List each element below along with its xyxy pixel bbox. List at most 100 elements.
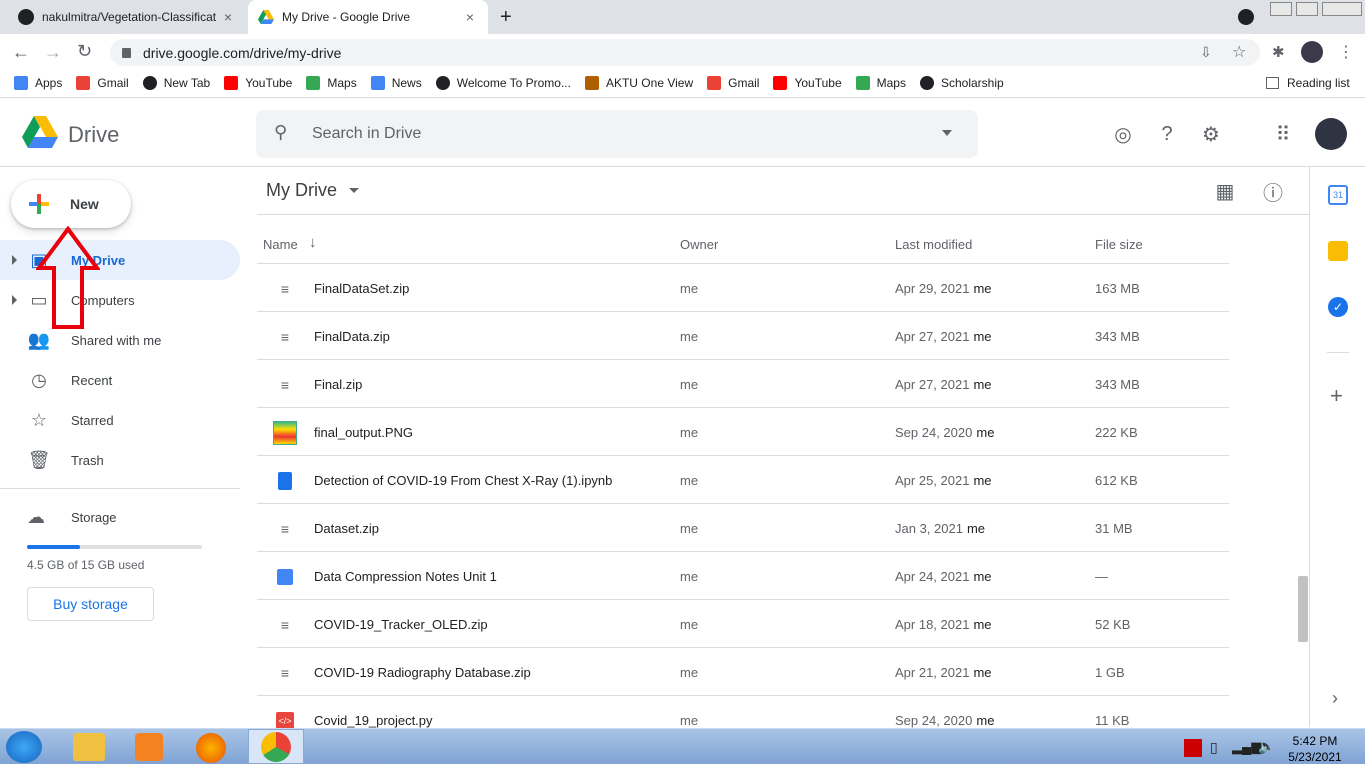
restore-icon[interactable] [1296,2,1318,16]
col-name[interactable]: Name [263,237,298,252]
clock-time[interactable]: 5:42 PM [1285,734,1345,748]
file-name: Dataset.zip [314,521,380,536]
bookmark-item[interactable]: Maps [855,76,906,90]
table-row[interactable]: ≡ FinalData.zip me Apr 27, 2021 me 343 MB [257,312,1229,360]
tab-search-icon[interactable] [1238,9,1254,25]
calendar-icon[interactable]: 31 [1328,185,1348,205]
github-icon [18,9,34,25]
search-icon[interactable]: ⚲ [274,122,287,143]
new-button[interactable]: New [11,180,131,228]
grid-view-icon[interactable]: ▦ [1213,179,1237,203]
globe-icon [142,76,157,90]
network-icon[interactable]: ▂▄▆ [1232,739,1261,755]
browser-tab-github[interactable]: nakulmitra/Vegetation-Classificat × [8,0,246,34]
bookmark-item[interactable]: Welcome To Promo... [435,76,571,90]
new-tab-button[interactable]: + [500,6,512,29]
youtube-icon [224,76,239,90]
table-row[interactable]: ≡ Final.zip me Apr 27, 2021 me 343 MB [257,360,1229,408]
clock-date[interactable]: 5/23/2021 [1285,750,1345,764]
explorer-icon[interactable] [73,733,105,761]
taskbar-chrome-button[interactable] [248,729,304,764]
bookmark-item[interactable]: Apps [14,76,62,90]
drive-logo-text[interactable]: Drive [68,122,119,148]
browser-tab-drive[interactable]: My Drive - Google Drive × [248,0,488,34]
file-last-modified: Sep 24, 2020 me [895,425,994,440]
page-title: My Drive [266,180,337,200]
scrollbar-thumb[interactable] [1298,576,1308,642]
bookmark-item[interactable]: Gmail [707,76,759,90]
address-bar[interactable]: drive.google.com/drive/my-drive [110,39,1260,66]
my-drive-title[interactable]: My Drive [266,180,359,201]
col-last-modified[interactable]: Last modified [895,237,972,252]
lock-icon [122,47,131,58]
search-input[interactable]: ⚲ Search in Drive [256,110,978,158]
buy-storage-button[interactable]: Buy storage [27,587,154,621]
firefox-icon[interactable] [196,733,226,763]
sidebar-item-label: Shared with me [71,332,162,348]
storage-label[interactable]: Storage [71,510,117,525]
close-window-icon[interactable] [1322,2,1362,16]
bookmark-item[interactable]: Scholarship [919,76,1004,90]
minimize-icon[interactable] [1270,2,1292,16]
profile-avatar[interactable] [1301,41,1323,63]
expand-caret-icon[interactable] [12,255,17,265]
bookmark-item[interactable]: New Tab [142,76,210,90]
file-list-header: Name ↓ Owner Last modified File size [257,224,1229,264]
account-avatar[interactable] [1315,118,1347,150]
bookmark-item[interactable]: News [370,76,422,90]
start-button[interactable] [6,731,42,763]
reading-list-button[interactable]: Reading list [1266,76,1350,90]
volume-icon[interactable]: 🔈 [1258,738,1275,755]
settings-gear-icon[interactable]: ⚙ [1199,122,1223,146]
expand-caret-icon[interactable] [12,295,17,305]
bookmark-star-icon[interactable]: ☆ [1232,42,1246,62]
reload-icon[interactable]: ↻ [77,41,92,62]
add-addon-icon[interactable]: + [1330,383,1343,409]
table-row[interactable]: ≡ Dataset.zip me Jan 3, 2021 me 31 MB [257,504,1229,552]
new-button-label: New [70,196,99,212]
search-options-icon[interactable] [942,130,952,136]
bookmark-item[interactable]: Gmail [76,76,129,90]
table-row[interactable]: ≡ COVID-19_Tracker_OLED.zip me Apr 18, 2021… [257,600,1229,648]
sort-arrow-down-icon[interactable]: ↓ [309,234,317,251]
acrobat-tray-icon[interactable] [1184,739,1202,757]
bookmark-item[interactable]: YouTube [224,76,292,90]
table-row[interactable]: Detection of COVID-19 From Chest X-Ray (… [257,456,1229,504]
apps-grid-icon[interactable]: ⠿ [1271,122,1295,146]
tasks-icon[interactable]: ✓ [1328,297,1348,317]
table-row[interactable]: final_output.PNG me Sep 24, 2020 me 222 KB [257,408,1229,456]
ready-for-offline-icon[interactable]: ◎ [1111,122,1135,146]
sidebar-item-starred[interactable]: ☆ Starred [0,400,240,440]
table-row[interactable]: Data Compression Notes Unit 1 me Apr 24, 2… [257,552,1229,600]
table-row[interactable]: ≡ FinalDataSet.zip me Apr 29, 2021 me 163 MB [257,264,1229,312]
keep-icon[interactable] [1328,241,1348,261]
close-tab-icon[interactable]: × [220,9,236,25]
sidebar-item-label: Trash [71,452,104,468]
back-icon[interactable]: ← [12,42,30,63]
table-row[interactable]: ≡ COVID-19 Radiography Database.zip me Apr … [257,648,1229,696]
menu-kebab-icon[interactable]: ⋮ [1338,42,1354,62]
modified-date: Apr 27, 2021 [895,377,970,392]
globe-icon [435,76,450,90]
file-size: 11 KB [1095,713,1130,728]
bookmark-item[interactable]: YouTube [773,76,842,90]
install-icon[interactable]: ⇩ [1200,44,1212,61]
sidebar-item-trash[interactable]: 🗑 Trash [0,440,240,480]
bookmark-item[interactable]: AKTU One View [584,76,693,90]
close-tab-icon[interactable]: × [462,9,478,25]
device-tray-icon[interactable]: ▯ [1210,739,1218,756]
file-owner: me [680,521,699,536]
help-icon[interactable]: ? [1155,122,1179,146]
file-owner: me [680,329,699,344]
info-icon[interactable]: ⓘ [1261,179,1285,205]
media-player-icon[interactable] [135,733,163,761]
sidebar-item-recent[interactable]: ◷ Recent [0,360,240,400]
expand-panel-icon[interactable]: › [1332,688,1338,709]
file-owner: me [680,713,699,728]
extensions-icon[interactable]: ✱ [1272,43,1285,61]
file-size: 1 GB [1095,665,1125,680]
bookmark-item[interactable]: Maps [306,76,357,90]
url-text: drive.google.com/drive/my-drive [143,44,342,61]
drive-logo-icon[interactable] [22,116,58,148]
forward-icon[interactable]: → [44,42,62,63]
